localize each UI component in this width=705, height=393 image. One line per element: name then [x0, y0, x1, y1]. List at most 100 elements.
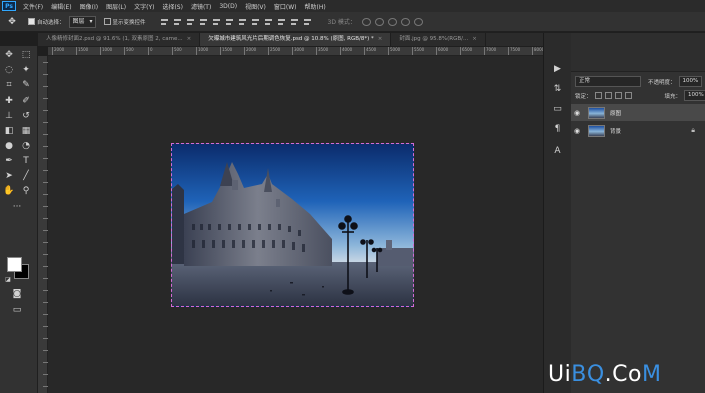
- layers-icon[interactable]: ▭: [551, 103, 564, 114]
- scale-3d-icon[interactable]: [413, 17, 423, 26]
- show-transform-checkbox[interactable]: [103, 18, 111, 25]
- ruler-label: 4000: [342, 47, 353, 52]
- close-icon[interactable]: ×: [472, 36, 477, 42]
- eraser-icon[interactable]: ◧: [3, 126, 15, 137]
- path-select-icon[interactable]: ➤: [3, 171, 15, 182]
- menu-file[interactable]: 文件(F): [19, 2, 47, 11]
- fill-input[interactable]: 100%: [684, 90, 705, 101]
- move-icon[interactable]: ✥: [3, 50, 15, 61]
- align-left-icon[interactable]: [198, 17, 208, 26]
- paragraph-icon[interactable]: A: [551, 145, 564, 156]
- align-hcenter-icon[interactable]: [211, 17, 221, 26]
- lock-position-icon[interactable]: [614, 92, 622, 99]
- distribute-hcenter-icon[interactable]: [289, 17, 299, 26]
- eye-icon[interactable]: ◉: [571, 127, 583, 135]
- ruler-label: 500: [126, 47, 134, 52]
- blur-icon[interactable]: ●: [3, 141, 15, 152]
- tab-document-2[interactable]: 欠曝城市建筑风光片后期调色恢复.psd @ 10.8% (原图, RGB/8*)…: [200, 33, 392, 46]
- ruler-tick: [412, 47, 413, 55]
- layer-row-background[interactable]: ◉ 背景 🔒︎: [571, 122, 705, 139]
- dodge-icon[interactable]: ◔: [20, 141, 32, 152]
- menu-edit[interactable]: 编辑(E): [47, 2, 75, 11]
- align-top-icon[interactable]: [159, 17, 169, 26]
- pan-3d-icon[interactable]: [387, 17, 397, 26]
- ruler-label: 3500: [318, 47, 329, 52]
- marquee-icon[interactable]: ⬚: [20, 50, 32, 61]
- menu-layer[interactable]: 图层(L): [102, 2, 130, 11]
- menu-image[interactable]: 图像(I): [76, 2, 102, 11]
- play-icon[interactable]: ▶: [551, 63, 564, 74]
- layer-name: 原图: [610, 110, 622, 117]
- fill-label: 填充：: [664, 93, 682, 100]
- slide-3d-icon[interactable]: [400, 17, 410, 26]
- ruler-tick: [268, 47, 269, 55]
- healing-icon[interactable]: ✚: [3, 96, 15, 107]
- align-vcenter-icon[interactable]: [172, 17, 182, 26]
- lasso-icon[interactable]: ◌: [3, 65, 15, 76]
- tools-panel: ✥ ⬚ ◌ ✦ ⌗ ✎ ✚ ✐ ⊥ ↺ ◧ ▦ ● ◔ ✒ T ➤ ╱ ✋ ⚲ …: [0, 46, 37, 393]
- type-icon[interactable]: T: [20, 156, 32, 167]
- document-image[interactable]: [171, 143, 414, 307]
- distribute-left-icon[interactable]: [276, 17, 286, 26]
- opacity-input[interactable]: 100%: [678, 76, 703, 87]
- vertical-ruler[interactable]: [38, 56, 48, 393]
- menu-filter[interactable]: 滤镜(T): [187, 2, 215, 11]
- crop-icon[interactable]: ⌗: [3, 80, 15, 91]
- eye-icon[interactable]: ◉: [571, 109, 583, 117]
- close-icon[interactable]: ×: [187, 36, 192, 42]
- auto-select-dropdown[interactable]: 图层: [68, 15, 96, 28]
- menu-help[interactable]: 帮助(H): [301, 2, 330, 11]
- hand-icon[interactable]: ✋: [3, 186, 15, 197]
- default-colors-icon[interactable]: ◪: [2, 274, 14, 285]
- ruler-label: 1500: [222, 47, 233, 52]
- layer-row-original[interactable]: ◉ 原图: [571, 104, 705, 121]
- menu-type[interactable]: 文字(Y): [130, 2, 158, 11]
- shape-icon[interactable]: ╱: [20, 171, 32, 182]
- distribute-vcenter-icon[interactable]: [250, 17, 260, 26]
- ruler-tick: [388, 47, 389, 55]
- panel-header: [571, 33, 705, 72]
- menu-view[interactable]: 视图(V): [241, 2, 270, 11]
- screen-mode-icon[interactable]: ▭: [11, 305, 23, 316]
- menu-3d[interactable]: 3D(D): [215, 3, 241, 10]
- ruler-label: 2500: [270, 47, 281, 52]
- close-icon[interactable]: ×: [378, 36, 383, 42]
- lock-pixels-icon[interactable]: [604, 92, 612, 99]
- adjust-icon[interactable]: ⇅: [551, 83, 564, 94]
- distribute-top-icon[interactable]: [237, 17, 247, 26]
- ruler-tick: [148, 47, 149, 55]
- quick-mask-icon[interactable]: ◙: [11, 289, 23, 300]
- distribute-right-icon[interactable]: [302, 17, 312, 26]
- menu-bar: Ps 文件(F) 编辑(E) 图像(I) 图层(L) 文字(Y) 选择(S) 滤…: [0, 0, 705, 12]
- zoom-icon[interactable]: ⚲: [20, 186, 32, 197]
- show-transform-label: 显示变换控件: [112, 19, 146, 26]
- align-right-icon[interactable]: [224, 17, 234, 26]
- channels-icon[interactable]: ¶: [551, 123, 564, 134]
- distribute-bottom-icon[interactable]: [263, 17, 273, 26]
- align-bottom-icon[interactable]: [185, 17, 195, 26]
- menu-window[interactable]: 窗口(W): [270, 2, 301, 11]
- menu-select[interactable]: 选择(S): [158, 2, 187, 11]
- tab-document-3[interactable]: 封面.jpg @ 95.8%(RGB/... ×: [391, 33, 486, 46]
- roll-3d-icon[interactable]: [374, 17, 384, 26]
- horizontal-ruler[interactable]: 2000 1500 1000 500 0 500 1000 1500 2000 2500 3000 3…: [48, 47, 543, 56]
- options-bar: ✥ 自动选择： 图层 显示变换控件 3D 模式：: [0, 12, 705, 32]
- foreground-color-swatch[interactable]: [7, 257, 22, 272]
- auto-select-checkbox[interactable]: [28, 18, 35, 25]
- move-tool-preset-icon[interactable]: ✥: [4, 15, 20, 29]
- lock-transparent-icon[interactable]: [594, 92, 602, 99]
- tab-document-1[interactable]: 人像精修封面2.psd @ 91.6% (1, 双素原图 2, came... ×: [38, 33, 201, 46]
- lock-all-icon[interactable]: [624, 92, 632, 99]
- orbit-3d-icon[interactable]: [361, 17, 371, 26]
- eyedropper-icon[interactable]: ✎: [20, 80, 32, 91]
- blend-mode-dropdown[interactable]: 正常: [575, 76, 641, 87]
- history-brush-icon[interactable]: ↺: [20, 111, 32, 122]
- mode-3d-buttons: [361, 17, 427, 26]
- pen-icon[interactable]: ✒: [3, 156, 15, 167]
- stamp-icon[interactable]: ⊥: [3, 111, 15, 122]
- brush-icon[interactable]: ✐: [20, 96, 32, 107]
- gradient-icon[interactable]: ▦: [20, 126, 32, 137]
- more-icon[interactable]: ···: [11, 202, 23, 213]
- magic-wand-icon[interactable]: ✦: [20, 65, 32, 76]
- layers-panel: 正常 不透明度： 100% 锁定： 填充： 100% ◉ 原图 ◉ 背景 🔒︎: [571, 33, 705, 393]
